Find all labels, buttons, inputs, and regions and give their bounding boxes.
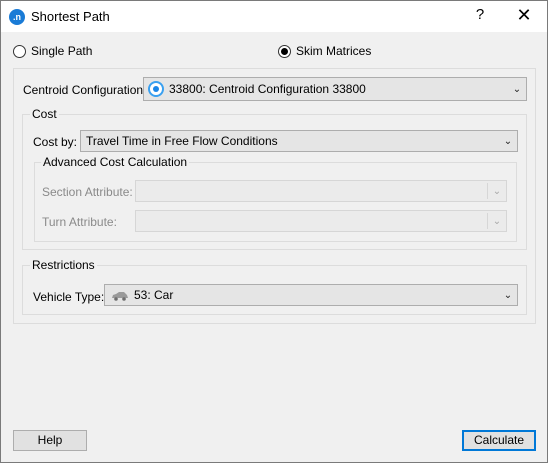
cost-group-title: Cost — [30, 107, 59, 121]
close-button[interactable]: ✕ — [512, 5, 536, 27]
chevron-down-icon: ⌄ — [512, 83, 522, 95]
calculate-button[interactable]: Calculate — [462, 430, 536, 451]
vehicle-type-label: Vehicle Type: — [33, 290, 105, 304]
dialog-window: .n Shortest Path ? ✕ Single Path Skim Ma… — [0, 0, 548, 463]
vehicle-type-select[interactable]: 53: Car ⌄ — [104, 284, 518, 306]
advanced-cost-title: Advanced Cost Calculation — [41, 155, 190, 169]
section-attribute-select: ⌄ — [135, 180, 507, 202]
window-title: Shortest Path — [31, 9, 110, 24]
skim-matrices-panel: Centroid Configuration: 33800: Centroid … — [13, 68, 536, 324]
app-logo-icon: .n — [9, 9, 25, 25]
turn-attribute-label: Turn Attribute: — [42, 215, 117, 229]
help-question-button[interactable]: ? — [472, 6, 488, 26]
centroid-config-icon — [148, 81, 164, 97]
section-attribute-label: Section Attribute: — [42, 185, 133, 199]
cost-by-select[interactable]: Travel Time in Free Flow Conditions ⌄ — [80, 130, 518, 152]
title-bar: .n Shortest Path ? ✕ — [1, 1, 547, 32]
chevron-down-icon: ⌄ — [492, 185, 502, 197]
car-icon — [111, 290, 129, 301]
advanced-cost-group: Advanced Cost Calculation Section Attrib… — [34, 155, 517, 242]
help-button[interactable]: Help — [13, 430, 87, 451]
cost-group: Cost Cost by: Travel Time in Free Flow C… — [22, 107, 527, 250]
vehicle-type-value: 53: Car — [134, 288, 174, 302]
cost-by-label: Cost by: — [33, 135, 78, 149]
chevron-down-icon: ⌄ — [492, 215, 502, 227]
single-path-radio[interactable]: Single Path — [13, 44, 92, 58]
turn-attribute-select: ⌄ — [135, 210, 507, 232]
restrictions-group-title: Restrictions — [30, 258, 97, 272]
single-path-label: Single Path — [31, 44, 93, 58]
chevron-down-icon: ⌄ — [503, 289, 513, 301]
centroid-config-label: Centroid Configuration: — [23, 83, 147, 97]
radio-checked-icon — [278, 44, 291, 58]
restrictions-group: Restrictions Vehicle Type: 53: Car ⌄ — [22, 258, 527, 315]
skim-matrices-label: Skim Matrices — [296, 44, 372, 58]
radio-unchecked-icon — [13, 44, 26, 58]
cost-by-value: Travel Time in Free Flow Conditions — [86, 134, 278, 148]
centroid-config-select[interactable]: 33800: Centroid Configuration 33800 ⌄ — [143, 77, 527, 101]
skim-matrices-radio[interactable]: Skim Matrices — [278, 44, 371, 58]
centroid-config-value: 33800: Centroid Configuration 33800 — [169, 82, 366, 96]
chevron-down-icon: ⌄ — [503, 135, 513, 147]
